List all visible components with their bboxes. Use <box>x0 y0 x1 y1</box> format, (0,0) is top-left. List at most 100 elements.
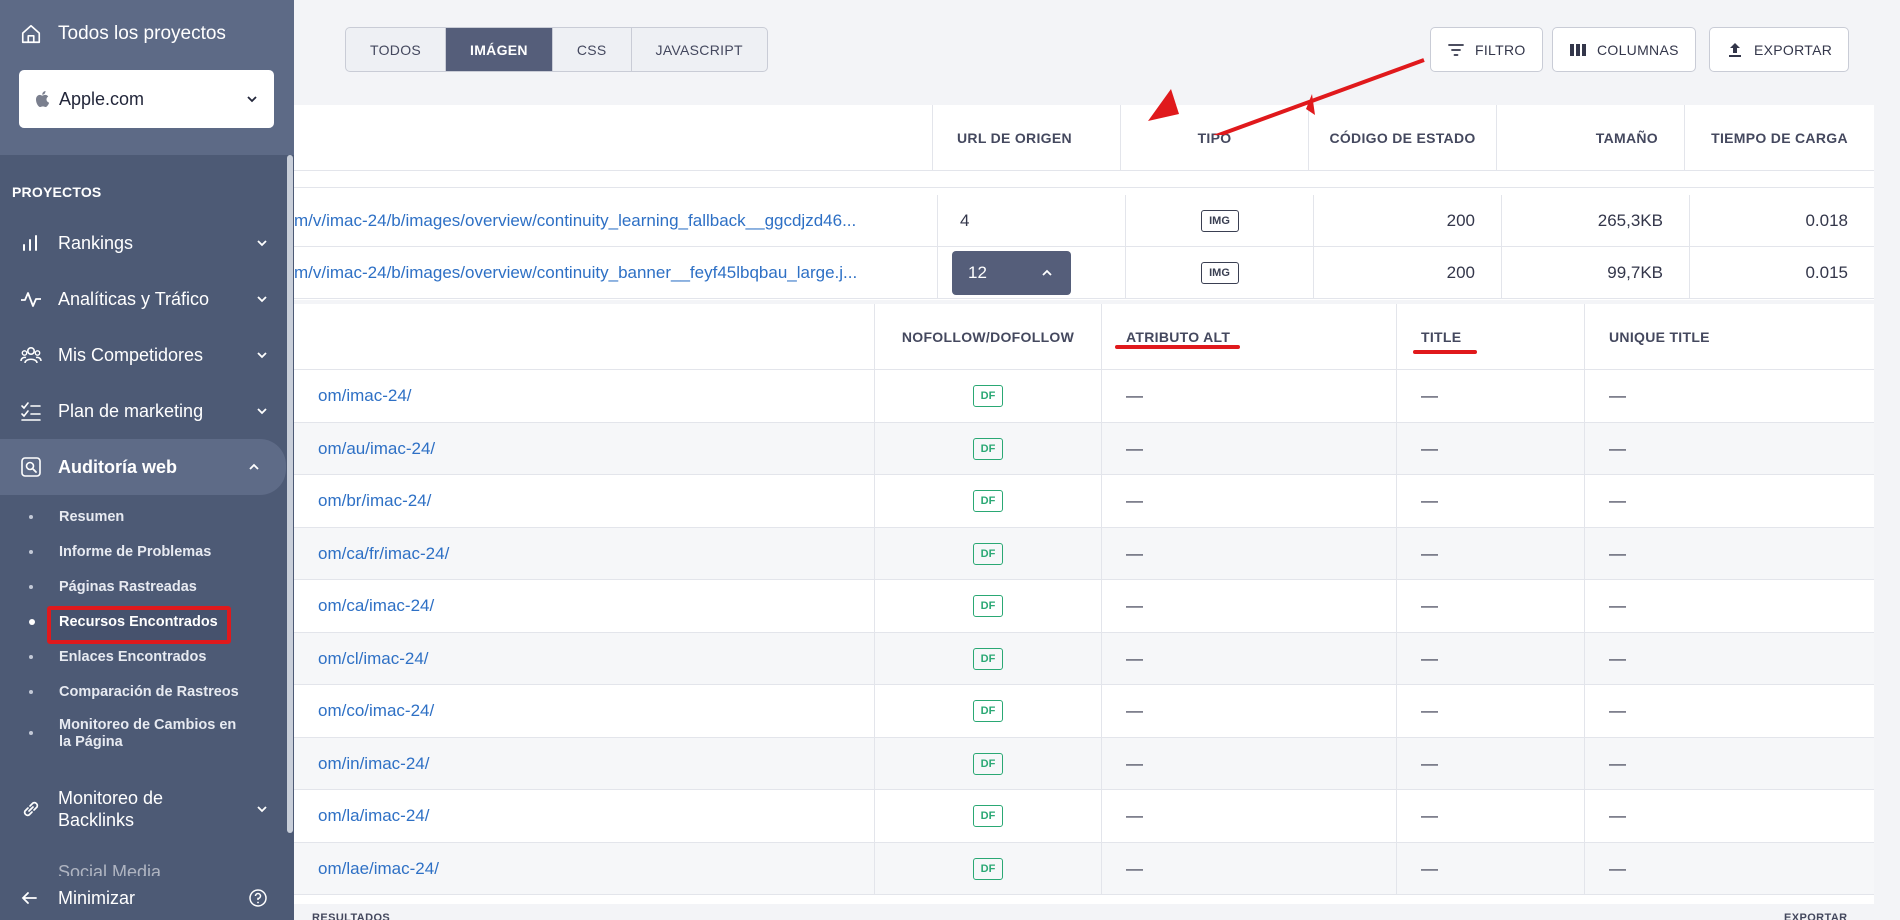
sidebar-top: Todos los proyectos Apple.com <box>0 0 294 155</box>
sidebar-scrollbar[interactable] <box>287 155 293 833</box>
chevron-down-icon <box>257 408 267 415</box>
filter-button[interactable]: FILTRO <box>1430 27 1543 72</box>
apple-logo-icon <box>36 91 49 107</box>
sidebar-item-social-media[interactable]: Social Media <box>0 847 294 878</box>
bullet-icon <box>29 514 33 519</box>
submenu-item-page-change-monitoring[interactable]: Monitoreo de Cambios en la Página <box>0 709 294 757</box>
source-page-link[interactable]: om/br/imac-24/ <box>294 475 874 527</box>
sidebar-item-analytics[interactable]: Analíticas y Tráfico <box>0 271 294 327</box>
column-header-nofollow-dofollow[interactable]: NOFOLLOW/DOFOLLOW <box>874 304 1101 370</box>
tab-image[interactable]: IMÁGEN <box>446 28 553 71</box>
type-cell: IMG <box>1125 195 1313 247</box>
unique-title-value: — <box>1584 632 1874 685</box>
link-icon <box>23 801 39 817</box>
alt-attribute-value: — <box>1101 422 1396 475</box>
table-row[interactable]: m/v/imac-24/b/images/overview/continuity… <box>294 195 1874 247</box>
sidebar-item-marketing-plan[interactable]: Plan de marketing <box>0 383 294 439</box>
columns-button[interactable]: COLUMNAS <box>1552 27 1696 72</box>
alt-attribute-value: — <box>1101 527 1396 580</box>
column-header-load-time[interactable]: TIEMPO DE CARGA <box>1684 105 1874 171</box>
sidebar-item-competitors[interactable]: Mis Competidores <box>0 327 294 383</box>
site-audit-submenu: Resumen Informe de Problemas Páginas Ras… <box>0 495 294 757</box>
source-page-link[interactable]: om/imac-24/ <box>294 370 874 422</box>
alt-attribute-value: — <box>1101 737 1396 790</box>
project-select[interactable]: Apple.com <box>19 70 274 128</box>
sidebar-item-rankings[interactable]: Rankings <box>0 215 294 271</box>
all-projects-link[interactable]: Todos los proyectos <box>20 20 226 48</box>
sidebar-item-backlinks[interactable]: Monitoreo de Backlinks <box>0 771 294 847</box>
main-content: TODOS IMÁGEN CSS JAVASCRIPT FILTRO COLUM… <box>294 0 1900 920</box>
unique-title-value: — <box>1584 790 1874 842</box>
source-page-link[interactable]: om/lae/imac-24/ <box>294 843 874 895</box>
subtable-row[interactable]: om/ca/fr/imac-24/DF — — — <box>294 527 1874 580</box>
subtable-row[interactable]: om/au/imac-24/DF — — — <box>294 422 1874 475</box>
checklist-icon <box>21 402 41 421</box>
resource-size: 265,3KB <box>1501 195 1689 247</box>
sidebar-item-label: Rankings <box>58 232 134 253</box>
columns-icon <box>1570 43 1586 56</box>
footer-export-link[interactable]: EXPORTAR <box>1784 912 1848 920</box>
submenu-item-issues-report[interactable]: Informe de Problemas <box>0 534 294 569</box>
img-badge: IMG <box>1200 210 1239 232</box>
unique-title-value: — <box>1584 527 1874 580</box>
bullet-icon <box>29 549 33 554</box>
submenu-label: Resumen <box>59 508 125 525</box>
submenu-item-found-resources[interactable]: Recursos Encontrados <box>0 604 294 644</box>
sidebar-item-site-audit[interactable]: Auditoría web <box>0 439 286 495</box>
source-page-link[interactable]: om/cl/imac-24/ <box>294 633 874 685</box>
alt-attribute-value: — <box>1101 842 1396 895</box>
subtable-row[interactable]: om/in/imac-24/DF — — — <box>294 737 1874 790</box>
type-cell: IMG <box>1125 247 1313 299</box>
tab-javascript[interactable]: JAVASCRIPT <box>632 28 767 71</box>
chevron-down-icon <box>257 806 267 813</box>
title-value: — <box>1396 580 1584 632</box>
sidebar-item-label: Auditoría web <box>58 456 178 477</box>
source-url-count[interactable]: 4 <box>937 195 1125 247</box>
filter-icon <box>1448 43 1464 56</box>
source-page-link[interactable]: om/ca/imac-24/ <box>294 580 874 632</box>
tab-all[interactable]: TODOS <box>346 28 447 71</box>
status-code: 200 <box>1313 195 1501 247</box>
source-url-expand-button[interactable]: 12 <box>952 251 1071 295</box>
minimize-button[interactable]: Minimizar <box>0 876 294 920</box>
help-icon[interactable] <box>248 888 268 908</box>
submenu-item-summary[interactable]: Resumen <box>0 499 294 534</box>
source-page-link[interactable]: om/ca/fr/imac-24/ <box>294 528 874 580</box>
bullet-icon <box>29 689 33 694</box>
column-header-size[interactable]: TAMAÑO <box>1496 105 1684 171</box>
source-page-link[interactable]: om/la/imac-24/ <box>294 790 874 842</box>
alt-attribute-value: — <box>1101 685 1396 737</box>
follow-cell: DF <box>874 370 1101 422</box>
source-page-link[interactable]: om/au/imac-24/ <box>294 423 874 475</box>
subtable-row[interactable]: om/br/imac-24/DF — — — <box>294 475 1874 528</box>
columns-label: COLUMNAS <box>1597 41 1679 58</box>
tab-css[interactable]: CSS <box>553 28 632 71</box>
submenu-item-crawl-comparison[interactable]: Comparación de Rastreos <box>0 674 294 709</box>
export-button[interactable]: EXPORTAR <box>1709 27 1850 72</box>
bullet-icon <box>29 584 33 589</box>
subtable-row[interactable]: om/imac-24/DF — — — <box>294 370 1874 423</box>
column-header-unique-title[interactable]: UNIQUE TITLE <box>1584 304 1874 370</box>
column-header-alt-attribute[interactable]: ATRIBUTO ALT <box>1101 304 1396 370</box>
subtable-row[interactable]: om/cl/imac-24/DF — — — <box>294 632 1874 685</box>
subtable-row[interactable]: om/ca/imac-24/DF — — — <box>294 580 1874 633</box>
chevron-down-icon <box>257 352 267 359</box>
resource-url-link[interactable]: m/v/imac-24/b/images/overview/continuity… <box>294 195 934 247</box>
source-page-link[interactable]: om/in/imac-24/ <box>294 738 874 790</box>
filter-label: FILTRO <box>1475 41 1526 58</box>
table-row[interactable]: m/v/imac-24/b/images/overview/continuity… <box>294 247 1874 299</box>
subtable-row[interactable]: om/co/imac-24/DF — — — <box>294 685 1874 738</box>
subtable-row[interactable]: om/lae/imac-24/DF — — — <box>294 842 1874 895</box>
submenu-label: Recursos Encontrados <box>59 613 218 630</box>
follow-cell: DF <box>874 790 1101 842</box>
dofollow-badge: DF <box>973 752 1003 775</box>
dofollow-badge: DF <box>973 857 1003 880</box>
submenu-item-found-links[interactable]: Enlaces Encontrados <box>0 639 294 674</box>
resource-url-link[interactable]: m/v/imac-24/b/images/overview/continuity… <box>294 247 934 299</box>
pulse-icon <box>21 292 41 307</box>
subtable-row[interactable]: om/la/imac-24/DF — — — <box>294 790 1874 843</box>
source-page-link[interactable]: om/co/imac-24/ <box>294 685 874 737</box>
unique-title-value: — <box>1584 842 1874 895</box>
submenu-item-crawled-pages[interactable]: Páginas Rastreadas <box>0 569 294 604</box>
column-header-title[interactable]: TITLE <box>1396 304 1584 370</box>
